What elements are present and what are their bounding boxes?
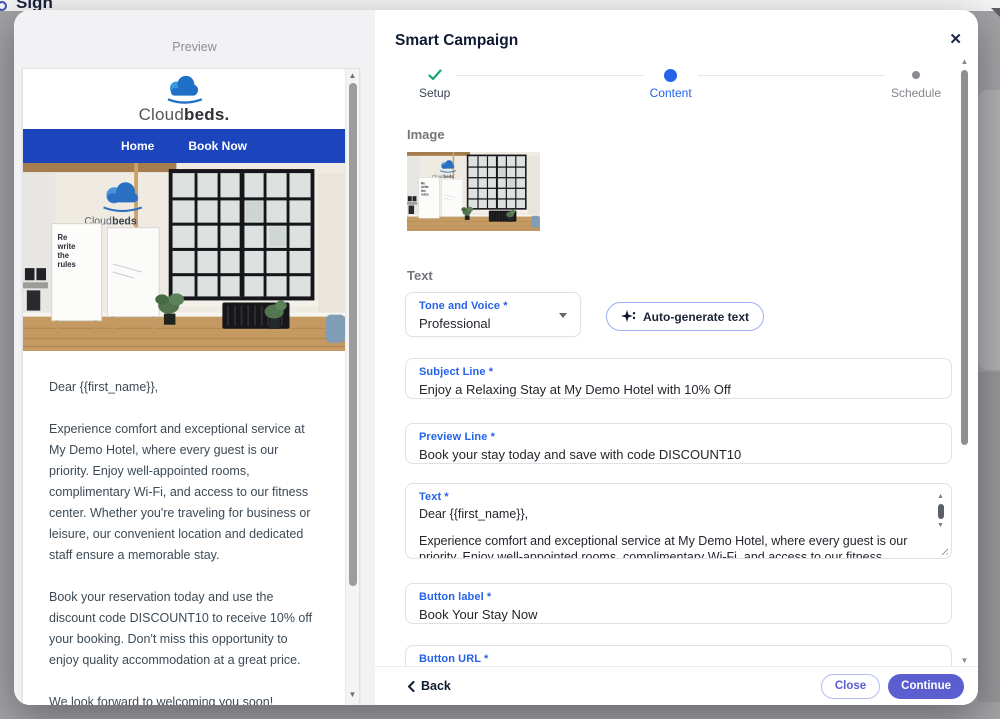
tone-and-voice-label: Tone and Voice * xyxy=(419,300,567,312)
background-panel xyxy=(978,372,1000,702)
text-section-label: Text xyxy=(407,268,433,283)
email-nav-book-now-link[interactable]: Book Now xyxy=(188,139,247,153)
email-preview-card: Cloudbeds. Home Book Now Dear {{first_na… xyxy=(22,68,360,705)
scroll-up-icon[interactable]: ▲ xyxy=(935,493,946,501)
upcoming-step-dot-icon xyxy=(912,71,920,79)
scrollbar-thumb[interactable] xyxy=(349,83,357,586)
stepper-connector xyxy=(698,75,885,76)
button-url-label: Button URL * xyxy=(419,653,938,665)
scroll-up-icon[interactable]: ▲ xyxy=(346,71,359,80)
email-paragraph: We look forward to welcoming you soon! xyxy=(49,692,319,705)
sparkle-icon xyxy=(621,310,636,324)
subject-line-label: Subject Line * xyxy=(419,366,938,378)
dialog-title: Smart Campaign xyxy=(395,32,518,50)
background-logo-icon xyxy=(0,1,7,11)
text-field-line2: Experience comfort and exceptional servi… xyxy=(419,533,918,560)
scroll-down-icon[interactable]: ▼ xyxy=(935,522,946,530)
email-body-text: Dear {{first_name}}, Experience comfort … xyxy=(23,351,345,705)
chevron-down-icon xyxy=(559,313,567,318)
preview-line-label: Preview Line * xyxy=(419,431,938,443)
cloudbeds-logo: Cloudbeds. xyxy=(139,74,230,125)
text-field[interactable]: Text * Dear {{first_name}}, Experience c… xyxy=(405,483,952,559)
tone-and-voice-value: Professional xyxy=(419,316,567,331)
smart-campaign-modal: Preview Cloudbeds. xyxy=(14,10,978,705)
background-panel xyxy=(978,90,1000,370)
scrollbar-thumb[interactable] xyxy=(961,70,968,445)
form-scrollbar[interactable]: ▲ ▼ xyxy=(960,57,969,665)
email-nav-bar: Home Book Now xyxy=(23,129,345,163)
email-hero-image xyxy=(23,163,345,351)
check-icon xyxy=(428,69,442,81)
auto-generate-text-label: Auto-generate text xyxy=(643,310,749,324)
cloudbeds-wordmark: Cloudbeds. xyxy=(139,105,230,125)
email-nav-home-link[interactable]: Home xyxy=(121,139,154,153)
stepper-label-setup: Setup xyxy=(419,86,450,100)
dialog-footer: Back Close Continue xyxy=(375,666,978,705)
campaign-form-pane: Smart Campaign ✕ Setup Content Schedule xyxy=(375,10,978,705)
stepper: Setup Content Schedule xyxy=(419,67,941,100)
stepper-label-content: Content xyxy=(650,86,692,100)
scroll-down-icon[interactable]: ▼ xyxy=(346,690,359,699)
tone-and-voice-select[interactable]: Tone and Voice * Professional xyxy=(405,292,581,337)
text-field-line1: Dear {{first_name}}, xyxy=(419,506,918,523)
auto-generate-text-button[interactable]: Auto-generate text xyxy=(606,302,764,331)
close-button[interactable]: Close xyxy=(821,674,880,699)
back-button[interactable]: Back xyxy=(407,679,451,693)
email-preview-scrollbar[interactable]: ▲ ▼ xyxy=(345,69,359,705)
email-header: Cloudbeds. xyxy=(23,69,345,129)
stepper-connector xyxy=(456,75,643,76)
stepper-step-content[interactable]: Content xyxy=(650,67,692,100)
campaign-image-thumbnail[interactable] xyxy=(407,152,540,231)
continue-button[interactable]: Continue xyxy=(888,674,964,699)
scroll-down-icon[interactable]: ▼ xyxy=(960,656,969,665)
email-paragraph: Experience comfort and exceptional servi… xyxy=(49,419,319,566)
email-paragraph: Book your reservation today and use the … xyxy=(49,587,319,671)
image-section-label: Image xyxy=(407,127,445,142)
background-corner-shape xyxy=(991,8,1000,17)
back-button-label: Back xyxy=(421,679,451,693)
chevron-left-icon xyxy=(407,681,415,692)
email-preview-pane: Preview Cloudbeds. xyxy=(14,10,375,705)
button-label-label: Button label * xyxy=(419,591,938,603)
preview-pane-title: Preview xyxy=(14,40,375,54)
active-step-dot-icon xyxy=(664,69,677,82)
text-field-label: Text * xyxy=(419,491,938,503)
email-greeting: Dear {{first_name}}, xyxy=(49,377,319,398)
button-label-value: Book Your Stay Now xyxy=(419,607,938,622)
stepper-label-schedule: Schedule xyxy=(891,86,941,100)
preview-line-field[interactable]: Preview Line * Book your stay today and … xyxy=(405,423,952,464)
scrollbar-thumb[interactable] xyxy=(938,504,944,519)
preview-line-value: Book your stay today and save with code … xyxy=(419,447,938,462)
cloudbeds-cloud-icon xyxy=(159,74,209,104)
close-icon[interactable]: ✕ xyxy=(949,30,962,48)
button-label-field[interactable]: Button label * Book Your Stay Now xyxy=(405,583,952,624)
stepper-step-schedule[interactable]: Schedule xyxy=(891,67,941,100)
scroll-up-icon[interactable]: ▲ xyxy=(960,57,969,66)
stepper-step-setup[interactable]: Setup xyxy=(419,67,450,100)
subject-line-value: Enjoy a Relaxing Stay at My Demo Hotel w… xyxy=(419,382,938,397)
textarea-scrollbar[interactable]: ▲ ▼ xyxy=(935,493,946,551)
subject-line-field[interactable]: Subject Line * Enjoy a Relaxing Stay at … xyxy=(405,358,952,399)
